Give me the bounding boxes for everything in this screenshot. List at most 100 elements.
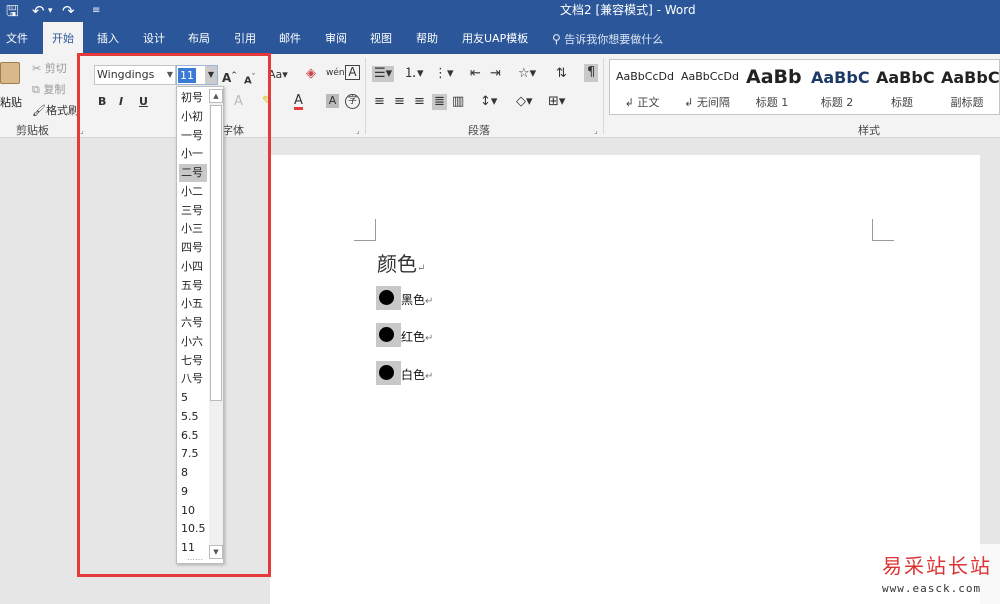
document-heading[interactable]: 颜色↵	[377, 248, 425, 277]
font-size-option[interactable]: 四号	[179, 239, 207, 257]
align-right-icon[interactable]: ≡	[414, 94, 425, 110]
style-heading-2[interactable]: AaBbC 标题 2	[805, 60, 869, 116]
undo-dropdown-icon[interactable]: ▾	[48, 1, 53, 21]
font-size-option[interactable]: 小三	[179, 220, 207, 238]
font-size-option[interactable]: 七号	[179, 352, 207, 370]
borders-icon[interactable]: ⊞▾	[548, 94, 565, 110]
chinese-layout-icon[interactable]: ☆▾	[518, 66, 536, 82]
tab-file[interactable]: 文件	[0, 22, 34, 54]
distribute-icon[interactable]: ▥	[452, 94, 464, 110]
font-size-combo[interactable]: 11 ▼	[176, 65, 218, 85]
chevron-down-icon[interactable]: ▼	[205, 66, 217, 84]
watermark-title: 易采站长站	[882, 554, 992, 578]
underline-button[interactable]: U	[139, 94, 148, 110]
tell-me-search[interactable]: ⚲ 告诉我你想要做什么	[552, 22, 663, 54]
customize-qat-icon[interactable]: ≡	[92, 1, 100, 21]
char-border-button[interactable]: A	[345, 65, 360, 80]
style-subtitle[interactable]: AaBbC 副标题	[935, 60, 999, 116]
shading-icon[interactable]: ◇▾	[516, 94, 533, 110]
tab-design[interactable]: 设计	[137, 22, 171, 54]
italic-button[interactable]: I	[119, 94, 123, 110]
enclose-chars-button[interactable]: 字	[345, 94, 360, 109]
paragraph-launcher-icon[interactable]: ⌟	[594, 126, 598, 135]
decrease-indent-icon[interactable]: ⇤	[470, 66, 481, 82]
font-size-option[interactable]: 7.5	[179, 445, 207, 463]
tab-view[interactable]: 视图	[364, 22, 398, 54]
line-spacing-icon[interactable]: ↕▾	[480, 94, 497, 110]
font-size-option[interactable]: 9	[179, 483, 207, 501]
paste-label: 粘贴	[0, 96, 22, 109]
font-size-option[interactable]: 6.5	[179, 427, 207, 445]
brush-icon: 🖌	[32, 104, 46, 117]
font-size-option[interactable]: 八号	[179, 370, 207, 388]
sort-icon[interactable]: ⇅	[556, 66, 567, 82]
tab-references[interactable]: 引用	[228, 22, 262, 54]
font-size-option[interactable]: 5	[179, 389, 207, 407]
paragraph-mark: ↵	[417, 263, 426, 274]
font-size-option[interactable]: 小二	[179, 183, 207, 201]
chevron-down-icon[interactable]: ▼	[167, 66, 173, 84]
tab-layout[interactable]: 布局	[182, 22, 216, 54]
font-size-option[interactable]: 小六	[179, 333, 207, 351]
grow-font-button[interactable]: A^	[222, 67, 237, 86]
tab-home[interactable]: 开始	[43, 22, 83, 54]
font-size-option[interactable]: 5.5	[179, 408, 207, 426]
cut-button[interactable]: ✂ 剪切	[32, 60, 67, 76]
font-size-option[interactable]: 小五	[179, 295, 207, 313]
bold-button[interactable]: B	[98, 94, 106, 110]
font-size-option[interactable]: 小一	[179, 145, 207, 163]
tab-insert[interactable]: 插入	[91, 22, 125, 54]
font-size-option[interactable]: 10	[179, 502, 207, 520]
font-size-option[interactable]: 六号	[179, 314, 207, 332]
numbering-icon[interactable]: ⒈▾	[404, 66, 424, 82]
char-shading-button[interactable]: A	[326, 94, 339, 108]
show-marks-icon[interactable]: ¶	[584, 64, 599, 82]
clipboard-launcher-icon[interactable]: ⌟	[80, 126, 84, 135]
font-size-option[interactable]: 小四	[179, 258, 207, 276]
change-case-button[interactable]: Aa▾	[268, 67, 288, 83]
shrink-font-button[interactable]: Aˇ	[244, 69, 255, 89]
font-size-option[interactable]: 二号	[179, 164, 207, 182]
undo-icon[interactable]: ↶	[32, 1, 45, 21]
redo-icon[interactable]: ↷	[62, 1, 75, 21]
font-launcher-icon[interactable]: ⌟	[356, 126, 360, 135]
font-size-option[interactable]: 11	[179, 539, 207, 557]
tab-help[interactable]: 帮助	[410, 22, 444, 54]
paste-button[interactable]: 粘贴	[0, 58, 26, 110]
font-size-option[interactable]: 五号	[179, 277, 207, 295]
font-name-combo[interactable]: Wingdings ▼	[94, 65, 176, 85]
style-no-spacing[interactable]: AaBbCcDd ↲ 无间隔	[675, 60, 739, 116]
align-center-icon[interactable]: ≡	[394, 94, 405, 110]
group-separator	[603, 58, 604, 134]
font-size-option[interactable]: 初号	[179, 89, 207, 107]
clear-format-icon[interactable]: ◈	[306, 66, 316, 82]
text-effects-icon[interactable]: A	[234, 94, 243, 110]
style-title[interactable]: AaBbC 标题	[870, 60, 934, 116]
font-size-option[interactable]: 三号	[179, 202, 207, 220]
font-size-option[interactable]: 8	[179, 464, 207, 482]
tab-uap-template[interactable]: 用友UAP模板	[456, 22, 534, 54]
scroll-down-icon[interactable]: ▼	[209, 545, 223, 559]
scrollbar-thumb[interactable]	[210, 105, 222, 401]
justify-icon[interactable]: ≣	[432, 94, 447, 110]
phonetic-guide-icon[interactable]: wén	[326, 65, 345, 81]
copy-button[interactable]: ⧉ 复制	[32, 81, 65, 97]
dropdown-scrollbar[interactable]: ▲ ▼	[209, 89, 223, 559]
format-painter-button[interactable]: 🖌格式刷	[32, 102, 79, 118]
style-heading-1[interactable]: AaBb 标题 1	[740, 60, 804, 116]
align-left-icon[interactable]: ≡	[374, 94, 385, 110]
font-size-value[interactable]: 11	[178, 68, 196, 83]
font-size-option[interactable]: 10.5	[179, 520, 207, 538]
scroll-up-icon[interactable]: ▲	[209, 89, 223, 103]
multilevel-list-icon[interactable]: ⋮▾	[434, 66, 454, 82]
tab-review[interactable]: 审阅	[319, 22, 353, 54]
tab-mailings[interactable]: 邮件	[273, 22, 307, 54]
font-size-option[interactable]: 一号	[179, 127, 207, 145]
increase-indent-icon[interactable]: ⇥	[490, 66, 501, 82]
style-normal[interactable]: AaBbCcDd ↲ 正文	[610, 60, 674, 116]
font-color-button[interactable]: A	[294, 94, 303, 110]
font-size-option[interactable]: 小初	[179, 108, 207, 126]
bullets-button[interactable]: ☰▾	[372, 66, 395, 82]
save-icon[interactable]: 🖫	[6, 1, 19, 21]
highlight-icon[interactable]: ✎	[262, 94, 273, 110]
